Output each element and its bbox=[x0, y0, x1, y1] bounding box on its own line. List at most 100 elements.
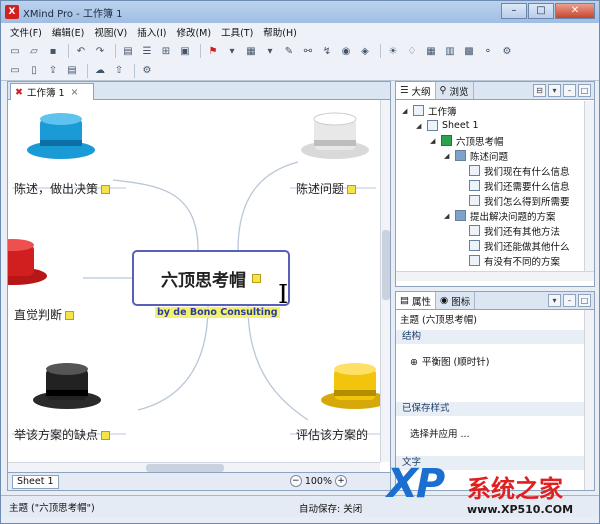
view-menu-icon[interactable]: ▾ bbox=[548, 294, 561, 307]
tab-label: 浏览 bbox=[449, 86, 469, 98]
scroll-thumb[interactable] bbox=[146, 464, 224, 472]
chevron-down-icon[interactable]: ▾ bbox=[224, 44, 240, 58]
topic-blue-hat[interactable]: 陈述，做出决策 bbox=[14, 180, 111, 197]
central-topic[interactable]: 六顶思考帽 bbox=[132, 250, 290, 306]
tab-browse[interactable]: ⚲ 浏览 bbox=[436, 82, 474, 99]
note-icon[interactable] bbox=[101, 185, 111, 194]
format-icon[interactable]: ◈ bbox=[357, 44, 373, 58]
floating-topic-icon[interactable]: ⊞ bbox=[158, 44, 174, 58]
saved-styles-section-header[interactable]: 已保存样式 bbox=[396, 402, 584, 416]
undo-icon[interactable]: ↶ bbox=[73, 44, 89, 58]
note-icon[interactable] bbox=[101, 431, 111, 440]
view-menu-icon[interactable]: ▾ bbox=[548, 84, 561, 97]
maximize-panel-icon[interactable]: □ bbox=[578, 294, 591, 307]
tree-item[interactable]: 我们还能做其他什么 bbox=[469, 238, 570, 253]
minimize-panel-icon[interactable]: – bbox=[563, 84, 576, 97]
menu-help[interactable]: 帮助(H) bbox=[258, 25, 302, 39]
save-icon[interactable]: ▪ bbox=[45, 44, 61, 58]
expand-icon[interactable]: ◢ bbox=[402, 107, 410, 115]
image-icon[interactable]: ▦ bbox=[243, 44, 259, 58]
tree-item[interactable]: ◢ 六顶思考帽 bbox=[430, 133, 504, 148]
chevron-down-icon[interactable]: ▾ bbox=[262, 44, 278, 58]
expand-icon[interactable]: ◢ bbox=[430, 137, 438, 145]
subtopic-icon[interactable]: ☰ bbox=[139, 44, 155, 58]
vertical-scrollbar[interactable] bbox=[380, 100, 390, 462]
hyperlink-icon[interactable]: ⚯ bbox=[300, 44, 316, 58]
menu-view[interactable]: 视图(V) bbox=[89, 25, 132, 39]
scroll-thumb[interactable] bbox=[382, 230, 390, 300]
zoom-in-button[interactable]: + bbox=[335, 475, 347, 487]
collapse-all-icon[interactable]: ⊟ bbox=[533, 84, 546, 97]
vertical-scrollbar[interactable] bbox=[584, 101, 594, 271]
horizontal-scrollbar[interactable] bbox=[8, 462, 380, 472]
lightbulb-icon[interactable]: ♢ bbox=[404, 44, 420, 58]
note-icon[interactable] bbox=[65, 311, 75, 320]
tree-item-label: 我们还能做其他什么 bbox=[484, 241, 570, 253]
grid-icon[interactable]: ▩ bbox=[461, 44, 477, 58]
tab-outline[interactable]: ☰ 大纲 bbox=[396, 82, 436, 99]
expand-icon[interactable]: ◢ bbox=[444, 212, 452, 220]
tree-item[interactable]: 我们现在有什么信息 bbox=[469, 163, 570, 178]
style-icon[interactable]: ◉ bbox=[338, 44, 354, 58]
menu-edit[interactable]: 编辑(E) bbox=[47, 25, 89, 39]
tab-workbook[interactable]: ✖ 工作簿 1 × bbox=[10, 83, 94, 100]
export-icon[interactable]: ⇪ bbox=[45, 64, 61, 78]
redo-icon[interactable]: ↷ bbox=[92, 44, 108, 58]
map-editor: ✖ 工作簿 1 × 陈述，做出决策 陈述问题 直觉判断 举该方案的缺点 评估该方… bbox=[7, 81, 391, 491]
menu-modify[interactable]: 修改(M) bbox=[171, 25, 216, 39]
tree-item[interactable]: 我们还有其他方法 bbox=[469, 223, 560, 238]
topic-icon[interactable]: ▤ bbox=[120, 44, 136, 58]
tools-icon[interactable]: ⚙ bbox=[499, 44, 515, 58]
relationship-icon[interactable]: ↯ bbox=[319, 44, 335, 58]
gear-icon[interactable]: ⚙ bbox=[139, 64, 155, 78]
tree-item[interactable]: 我们怎么得到所需要 bbox=[469, 193, 570, 208]
maximize-panel-icon[interactable]: □ bbox=[578, 84, 591, 97]
tree-item[interactable]: ◢ 陈述问题 bbox=[444, 148, 508, 163]
mindmap-canvas[interactable]: 陈述，做出决策 陈述问题 直觉判断 举该方案的缺点 评估该方案的 六顶思考帽 b… bbox=[8, 100, 380, 462]
minimize-button[interactable]: – bbox=[501, 3, 527, 19]
tab-label: 大纲 bbox=[411, 86, 431, 98]
expand-icon[interactable]: ◢ bbox=[416, 122, 424, 130]
minimize-panel-icon[interactable]: – bbox=[563, 294, 576, 307]
topic-white-hat[interactable]: 陈述问题 bbox=[296, 180, 357, 197]
menu-insert[interactable]: 插入(I) bbox=[132, 25, 171, 39]
chart-icon[interactable]: ▥ bbox=[442, 44, 458, 58]
tree-item[interactable]: ◢ 提出解决问题的方案 bbox=[444, 208, 556, 223]
tree-item[interactable]: ◢ Sheet 1 bbox=[416, 118, 479, 133]
horizontal-scrollbar[interactable] bbox=[396, 271, 594, 281]
cloud-icon[interactable]: ☁ bbox=[92, 64, 108, 78]
saved-styles-select[interactable]: 选择并应用 ... bbox=[410, 426, 470, 440]
tab-sheet-1[interactable]: Sheet 1 bbox=[12, 474, 59, 489]
close-button[interactable]: ✕ bbox=[555, 3, 595, 19]
menu-file[interactable]: 文件(F) bbox=[5, 25, 47, 39]
outline-view-icon[interactable]: ▭ bbox=[7, 64, 23, 78]
layout-icon[interactable]: ▯ bbox=[26, 64, 42, 78]
note-icon[interactable] bbox=[347, 185, 357, 194]
new-icon[interactable]: ▭ bbox=[7, 44, 23, 58]
open-icon[interactable]: ▱ bbox=[26, 44, 42, 58]
tab-icons[interactable]: ◉ 图标 bbox=[436, 292, 476, 309]
tree-item[interactable]: 有没有不同的方案 bbox=[469, 253, 560, 268]
idea-icon[interactable]: ☀ bbox=[385, 44, 401, 58]
tab-properties[interactable]: ▤ 属性 bbox=[396, 292, 436, 309]
tree-item[interactable]: 我们还需要什么信息 bbox=[469, 178, 570, 193]
upload-icon[interactable]: ⇧ bbox=[111, 64, 127, 78]
structure-select[interactable]: ⊕ 平衡图 (顺时针) bbox=[410, 354, 489, 368]
menu-tools[interactable]: 工具(T) bbox=[216, 25, 258, 39]
note-icon[interactable] bbox=[252, 273, 261, 283]
boundary-icon[interactable]: ▣ bbox=[177, 44, 193, 58]
structure-section-header[interactable]: 结构 bbox=[396, 330, 584, 344]
topic-yellow-hat[interactable]: 评估该方案的 bbox=[296, 426, 368, 443]
tree-item[interactable]: ◢ 工作簿 bbox=[402, 103, 457, 118]
table-icon[interactable]: ▦ bbox=[423, 44, 439, 58]
maximize-button[interactable]: □ bbox=[528, 3, 554, 19]
attachment-icon[interactable]: ✎ bbox=[281, 44, 297, 58]
expand-icon[interactable]: ◢ bbox=[444, 152, 452, 160]
share-icon[interactable]: ⚬ bbox=[480, 44, 496, 58]
topic-red-hat[interactable]: 直觉判断 bbox=[14, 306, 75, 323]
print-icon[interactable]: ▤ bbox=[64, 64, 80, 78]
close-icon[interactable]: × bbox=[71, 87, 79, 98]
topic-black-hat[interactable]: 举该方案的缺点 bbox=[14, 426, 111, 443]
zoom-out-button[interactable]: − bbox=[289, 475, 302, 487]
marker-flag-icon[interactable]: ⚑ bbox=[205, 44, 221, 58]
